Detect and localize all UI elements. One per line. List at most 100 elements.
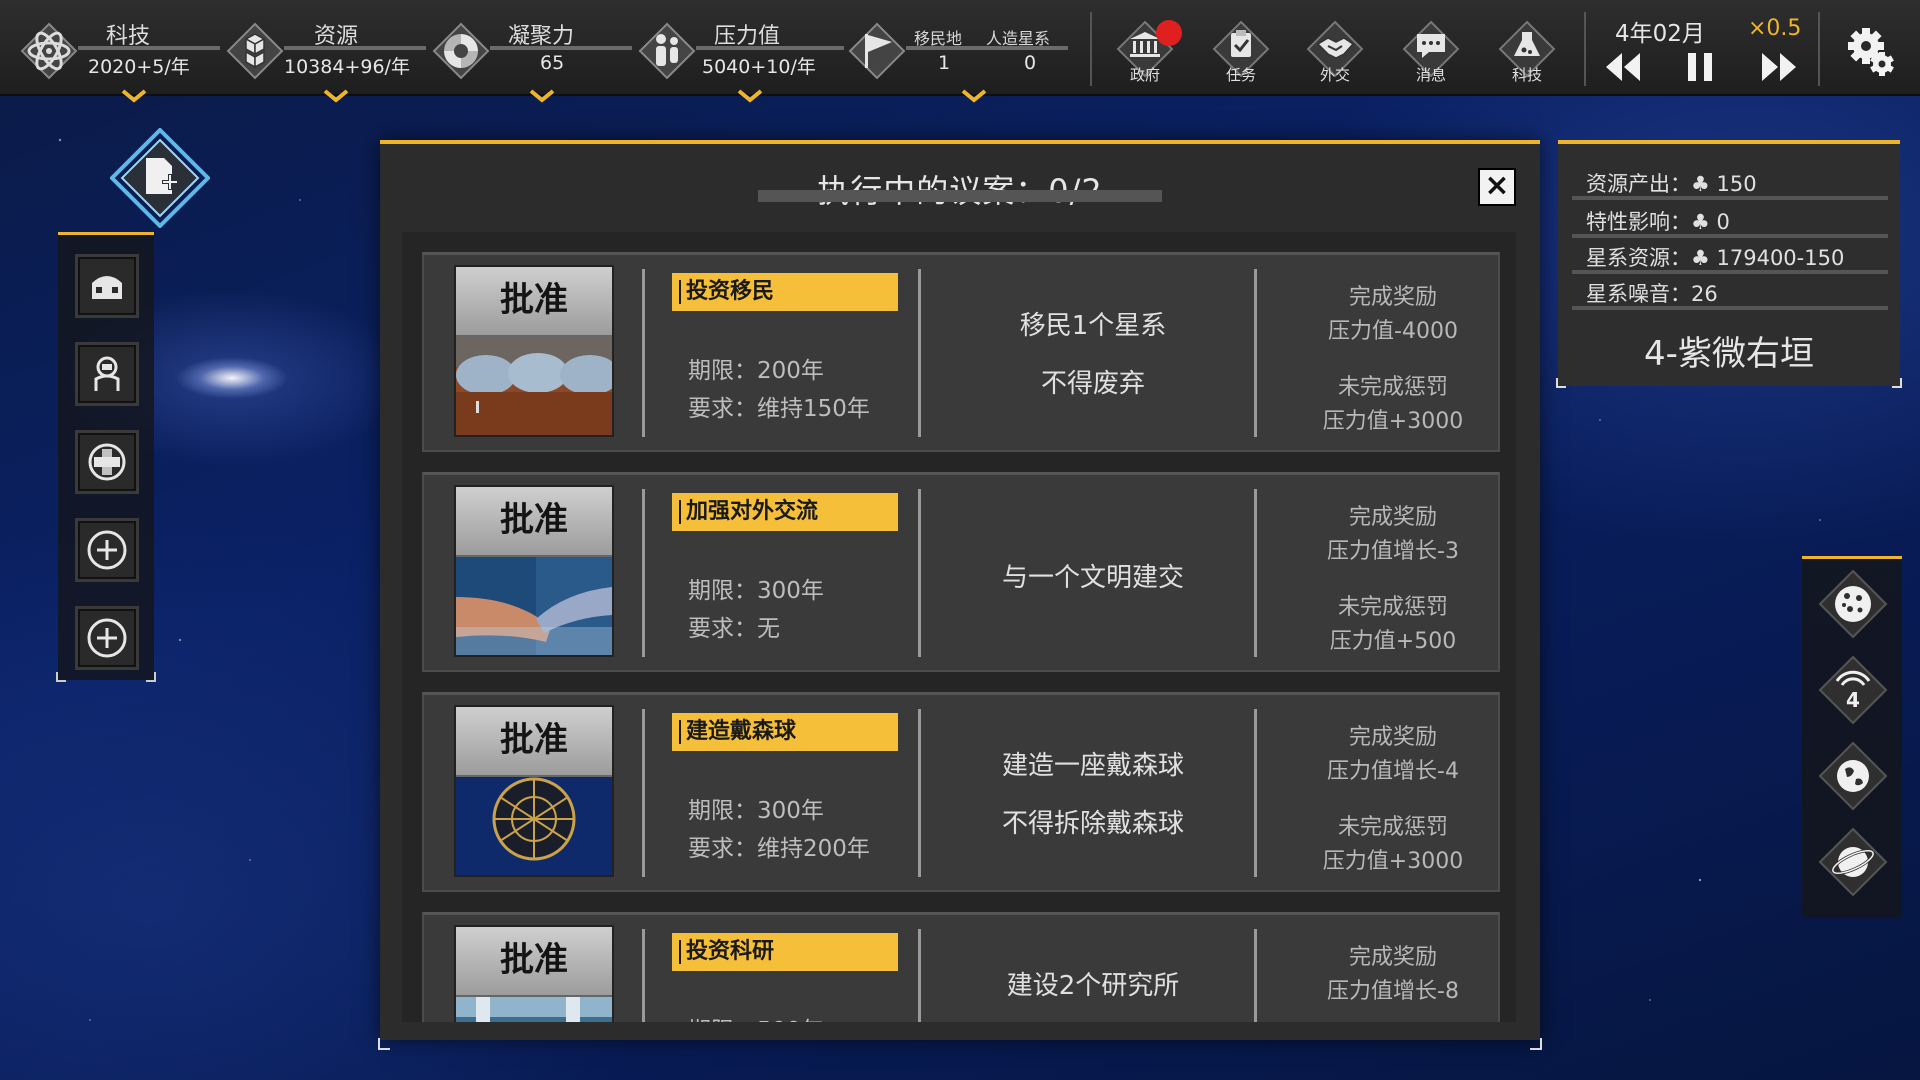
divider — [1090, 12, 1092, 86]
system-noise: 星系噪音：26 — [1586, 282, 1718, 306]
system-info-panel: 资源产出：♣ 150 特性影响：♣ 0 星系资源：♣ 179400-150 星系… — [1556, 140, 1902, 388]
divider — [1584, 12, 1586, 86]
new-proposal-button[interactable] — [109, 127, 211, 229]
trait-effect: 特性影响：♣ 0 — [1586, 210, 1730, 234]
galaxy-view-button[interactable] — [1818, 569, 1888, 639]
artificial-system-value: 0 — [1024, 52, 1037, 74]
colony-stat[interactable]: 移民地 人造星系 1 0 — [848, 0, 1078, 103]
penalty-value: 压力值+500 — [1329, 629, 1457, 654]
proposals-dialog: 执行中的议案：0/2 × 批准 投资移民 期限：200年 要求：维持150年 移… — [378, 140, 1542, 1050]
cohesion-icon — [432, 22, 490, 80]
cohesion-value: 65 — [540, 52, 565, 74]
proposal-deadline: 期限：300年 — [688, 578, 824, 604]
reward-title: 完成奖励 — [1348, 725, 1437, 750]
proposal-deadline: 期限：300年 — [688, 798, 824, 824]
orbit-view-button[interactable] — [1818, 827, 1888, 897]
info-bar — [1572, 196, 1888, 200]
people-icon — [638, 22, 696, 80]
panel-corner — [56, 672, 66, 682]
dyson-sphere-image — [456, 777, 612, 875]
handshake-image — [456, 557, 612, 655]
divider — [918, 929, 921, 1022]
reward-value: 压力值增长-3 — [1327, 539, 1459, 564]
chevron-down-icon[interactable] — [528, 88, 556, 103]
building-icon — [92, 276, 122, 299]
signal-view-button[interactable]: 4 — [1818, 655, 1888, 725]
system-name: 4-紫微右垣 — [1644, 334, 1814, 374]
proposal-list[interactable]: 批准 投资移民 期限：200年 要求：维持150年 移民1个星系 不得废弃 完成… — [402, 232, 1516, 1022]
close-button[interactable]: × — [1478, 168, 1516, 206]
divider-line — [696, 46, 844, 50]
astronaut-button[interactable] — [78, 345, 136, 403]
proposal-card[interactable]: 批准 加强对外交流 期限：300年 要求：无 与一个文明建交 完成奖励 压力值增… — [422, 472, 1500, 672]
info-bar — [1572, 234, 1888, 238]
add-slot-button[interactable] — [78, 609, 136, 667]
government-button[interactable]: 政府 — [1106, 20, 1184, 86]
proposal-card[interactable]: 批准 建造戴森球 期限：300年 要求：维持200年 建造一座戴森球 不得拆除戴… — [422, 692, 1500, 892]
diplomacy-button[interactable]: 外交 — [1296, 20, 1374, 86]
tech-tree-button[interactable]: 科技 — [1488, 20, 1566, 86]
proposal-name: 投资移民 — [672, 273, 898, 311]
proposal-requirement: 要求：维持200年 — [688, 836, 870, 862]
game-date: 4年02月 — [1615, 21, 1705, 47]
panel-corner — [1556, 378, 1566, 388]
cohesion-stat[interactable]: 凝聚力 65 — [432, 0, 632, 103]
reward-value: 压力值-4000 — [1328, 319, 1458, 344]
proposal-condition: 不得废弃 — [1040, 369, 1145, 399]
cubes-icon — [226, 22, 284, 80]
proposal-name: 加强对外交流 — [672, 493, 898, 531]
building-button[interactable] — [78, 257, 136, 315]
station-button[interactable] — [78, 433, 136, 491]
fast-forward-button[interactable] — [1760, 50, 1798, 84]
divider — [918, 709, 921, 877]
approve-button[interactable]: 批准 — [456, 927, 612, 997]
proposal-image: 批准 — [454, 925, 614, 1022]
svg-text:4: 4 — [1846, 688, 1860, 712]
rewind-button[interactable] — [1604, 50, 1642, 84]
proposal-image: 批准 — [454, 705, 614, 877]
penalty-title: 未完成惩罚 — [1337, 815, 1448, 840]
game-speed: ×0.5 — [1748, 16, 1802, 41]
plus-circle-icon — [87, 530, 127, 570]
title-ornament — [822, 190, 1162, 202]
fast-forward-icon — [1762, 53, 1796, 81]
dome-colony-image — [456, 337, 612, 435]
approve-button[interactable]: 批准 — [456, 267, 612, 337]
message-button[interactable]: 消息 — [1392, 20, 1470, 86]
signal-icon: 4 — [1818, 655, 1888, 725]
reward-value: 压力值增长-4 — [1327, 759, 1459, 784]
proposal-card[interactable]: 批准 投资移民 期限：200年 要求：维持150年 移民1个星系 不得废弃 完成… — [422, 252, 1500, 452]
planet-view-button[interactable] — [1818, 741, 1888, 811]
dialog-corner — [1530, 1038, 1542, 1050]
info-bar — [1572, 306, 1888, 310]
tech-resource[interactable]: 科技 2020+5/年 — [20, 0, 220, 103]
chevron-down-icon[interactable] — [322, 88, 350, 103]
pressure-stat[interactable]: 压力值 5040+10/年 — [638, 0, 844, 103]
chevron-down-icon[interactable] — [120, 88, 148, 103]
reward-title: 完成奖励 — [1348, 505, 1437, 530]
settings-button[interactable] — [1842, 24, 1898, 80]
divider — [1254, 489, 1257, 657]
proposal-goal: 建设2个研究所 — [1006, 971, 1180, 1001]
divider — [1254, 929, 1257, 1022]
approve-button[interactable]: 批准 — [456, 707, 612, 777]
dialog-corner — [378, 1038, 390, 1050]
proposal-requirement: 要求：无 — [688, 616, 780, 642]
divider-line — [78, 46, 220, 50]
chevron-down-icon[interactable] — [960, 88, 988, 103]
approve-button[interactable]: 批准 — [456, 487, 612, 557]
dialog-title: 执行中的议案：0/2 — [380, 166, 1540, 212]
divider — [918, 489, 921, 657]
mission-label: 任务 — [1225, 66, 1256, 84]
new-document-icon — [109, 127, 211, 229]
mission-button[interactable]: 任务 — [1202, 20, 1280, 86]
resource-stat[interactable]: 资源 10384+96/年 — [226, 0, 426, 103]
divider — [918, 269, 921, 437]
pressure-value: 5040+10/年 — [702, 56, 816, 78]
left-build-panel — [56, 232, 156, 682]
add-slot-button[interactable] — [78, 521, 136, 579]
pause-button[interactable] — [1686, 50, 1714, 84]
chevron-down-icon[interactable] — [736, 88, 764, 103]
penalty-title: 未完成惩罚 — [1337, 375, 1448, 400]
proposal-card[interactable]: 批准 投资科研 期限：500年 建设2个研究所 完成奖励 压力值增长-8 — [422, 912, 1500, 1022]
